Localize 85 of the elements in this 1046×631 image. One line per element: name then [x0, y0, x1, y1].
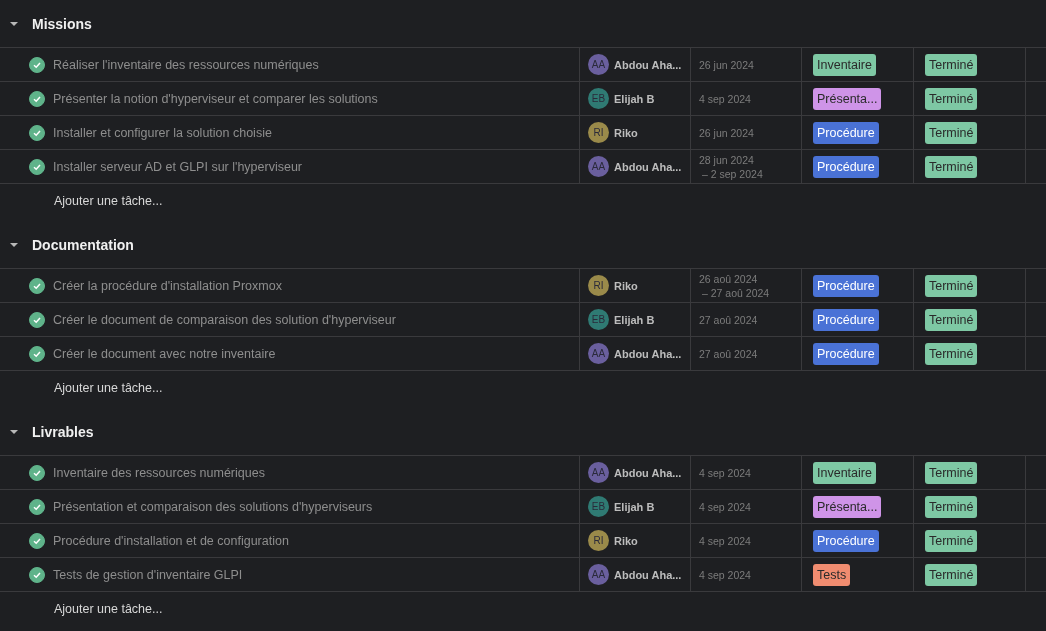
avatar: RI	[588, 122, 609, 143]
status-tag: Terminé	[925, 87, 978, 110]
category-tag: Présenta...	[813, 495, 882, 518]
add-task-link[interactable]: Ajouter une tâche...	[54, 193, 163, 208]
status-tag: Terminé	[925, 53, 978, 76]
due-date: 4 sep 2024	[699, 567, 751, 582]
check-circle-icon[interactable]	[29, 56, 45, 73]
category-tag: Procédure	[813, 342, 879, 365]
due-date: 26 jun 2024	[699, 57, 754, 72]
due-date: 26 jun 2024	[699, 125, 754, 140]
task-name[interactable]: Tests de gestion d'inventaire GLPI	[53, 567, 243, 582]
due-date: 4 sep 2024	[699, 91, 751, 106]
due-date: 28 jun 2024	[699, 152, 754, 167]
category-tag: Inventaire	[813, 461, 876, 484]
category-tag: Procédure	[813, 308, 879, 331]
status-tag: Terminé	[925, 155, 978, 178]
status-tag: Terminé	[925, 461, 978, 484]
end-date: – 2 sep 2024	[701, 166, 763, 181]
assignee-name: Riko	[614, 534, 638, 547]
assignee-name: Abdou Aha...	[614, 466, 682, 479]
task-name[interactable]: Présentation et comparaison des solutions d'hyperviseurs	[53, 499, 373, 514]
status-tag: Terminé	[925, 495, 978, 518]
avatar: EB	[588, 88, 609, 109]
check-circle-icon[interactable]	[29, 498, 45, 515]
avatar: AA	[588, 564, 609, 585]
assignee-name: Abdou Aha...	[614, 58, 682, 71]
task-name[interactable]: Présenter la notion d'hyperviseur et comparer les solutions	[53, 91, 378, 106]
status-tag: Terminé	[925, 308, 978, 331]
assignee-name: Elijah B	[614, 92, 655, 105]
check-circle-icon[interactable]	[29, 566, 45, 583]
assignee-name: Elijah B	[614, 500, 655, 513]
category-tag: Présenta...	[813, 87, 882, 110]
avatar: EB	[588, 309, 609, 330]
category-tag: Procédure	[813, 121, 879, 144]
check-circle-icon[interactable]	[29, 532, 45, 549]
category-tag: Procédure	[813, 529, 879, 552]
due-date: 4 sep 2024	[699, 499, 751, 514]
task-name[interactable]: Installer serveur AD et GLPI sur l'hyperviseur	[53, 159, 302, 174]
assignee-name: Abdou Aha...	[614, 347, 682, 360]
task-name[interactable]: Inventaire des ressources numériques	[53, 465, 265, 480]
task-name[interactable]: Créer le document de comparaison des solution d'hyperviseur	[53, 312, 396, 327]
task-name[interactable]: Installer et configurer la solution choisie	[53, 125, 272, 140]
section-title: Documentation	[32, 236, 134, 253]
due-date: 27 aoû 2024	[699, 312, 758, 327]
status-tag: Terminé	[925, 342, 978, 365]
avatar: AA	[588, 156, 609, 177]
status-tag: Terminé	[925, 563, 978, 586]
due-date: 26 aoû 2024	[699, 271, 758, 286]
avatar: RI	[588, 530, 609, 551]
add-task-link[interactable]: Ajouter une tâche...	[54, 380, 163, 395]
section-title: Missions	[32, 15, 92, 32]
avatar: AA	[588, 343, 609, 364]
check-circle-icon[interactable]	[29, 277, 45, 294]
check-circle-icon[interactable]	[29, 90, 45, 107]
avatar: RI	[588, 275, 609, 296]
assignee-name: Riko	[614, 279, 638, 292]
status-tag: Terminé	[925, 274, 978, 297]
end-date: – 27 aoû 2024	[701, 285, 770, 300]
task-name[interactable]: Créer le document avec notre inventaire	[53, 346, 276, 361]
check-circle-icon[interactable]	[29, 345, 45, 362]
check-circle-icon[interactable]	[29, 464, 45, 481]
assignee-name: Abdou Aha...	[614, 568, 682, 581]
task-name[interactable]: Procédure d'installation et de configuration	[53, 533, 289, 548]
category-tag: Procédure	[813, 155, 879, 178]
avatar: AA	[588, 54, 609, 75]
due-date: 4 sep 2024	[699, 465, 751, 480]
avatar: AA	[588, 462, 609, 483]
assignee-name: Abdou Aha...	[614, 160, 682, 173]
add-task-link[interactable]: Ajouter une tâche...	[54, 601, 163, 616]
task-name[interactable]: Créer la procédure d'installation Proxmox	[53, 278, 282, 293]
check-circle-icon[interactable]	[29, 124, 45, 141]
status-tag: Terminé	[925, 121, 978, 144]
category-tag: Inventaire	[813, 53, 876, 76]
assignee-name: Riko	[614, 126, 638, 139]
due-date: 27 aoû 2024	[699, 346, 758, 361]
section-title: Livrables	[32, 423, 94, 440]
category-tag: Procédure	[813, 274, 879, 297]
task-name[interactable]: Réaliser l'inventaire des ressources numériques	[53, 57, 319, 72]
assignee-name: Elijah B	[614, 313, 655, 326]
check-circle-icon[interactable]	[29, 158, 45, 175]
check-circle-icon[interactable]	[29, 311, 45, 328]
category-tag: Tests	[813, 563, 851, 586]
status-tag: Terminé	[925, 529, 978, 552]
avatar: EB	[588, 496, 609, 517]
due-date: 4 sep 2024	[699, 533, 751, 548]
